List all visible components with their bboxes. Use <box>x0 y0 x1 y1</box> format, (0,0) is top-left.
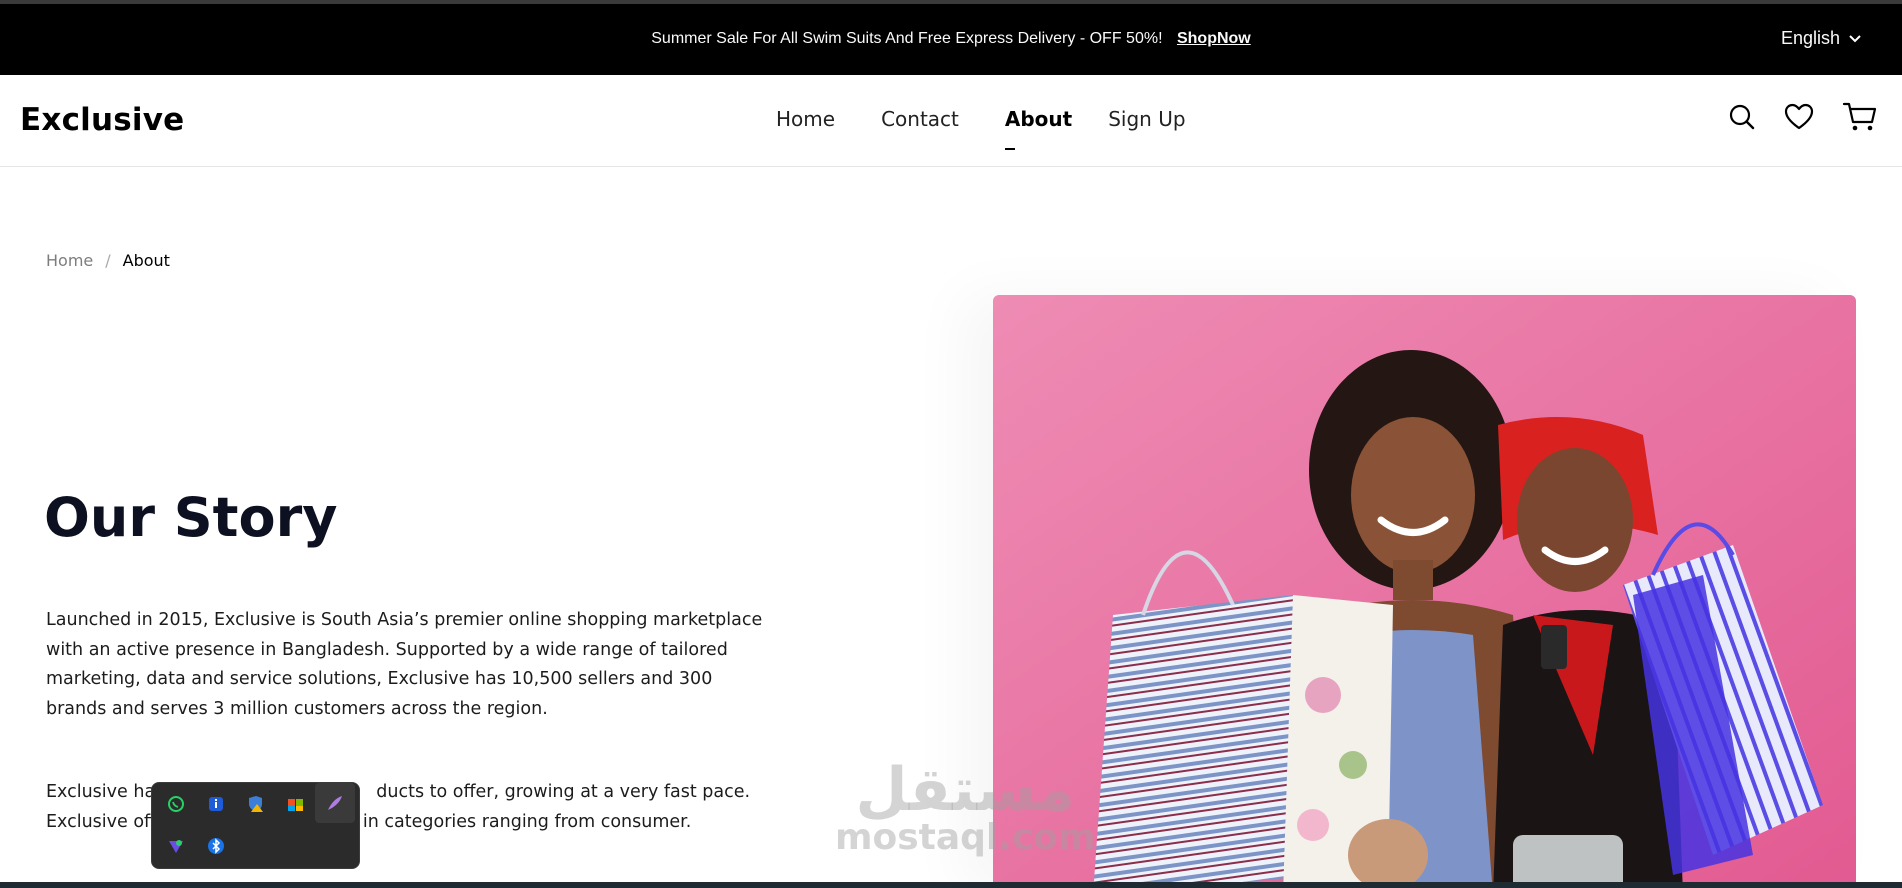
chevron-down-icon <box>1849 34 1861 42</box>
language-label: English <box>1780 28 1840 48</box>
nav-contact[interactable]: Contact <box>881 107 959 131</box>
search-icon[interactable] <box>1728 103 1756 135</box>
breadcrumb-separator: / <box>105 251 111 270</box>
paragraph-2-line-1-start: Exclusive has <box>46 782 165 802</box>
info-icon[interactable] <box>205 793 227 815</box>
hero-image <box>993 295 1856 888</box>
security-warning-icon[interactable] <box>245 793 267 815</box>
breadcrumb: Home / About <box>46 251 170 270</box>
announcement-bar: Summer Sale For All Swim Suits And Free … <box>0 4 1902 75</box>
page-title: Our Story <box>44 486 338 549</box>
language-selector[interactable]: English <box>1781 28 1862 49</box>
nav-about[interactable]: About <box>1004 107 1072 150</box>
breadcrumb-current: About <box>122 251 170 270</box>
cart-icon[interactable] <box>1842 101 1878 137</box>
logo[interactable]: Exclusive <box>20 102 184 138</box>
header-icons <box>1728 101 1878 137</box>
vpn-icon[interactable] <box>165 835 187 857</box>
taskbar-edge <box>0 882 1902 888</box>
heart-icon[interactable] <box>1784 103 1814 135</box>
bluetooth-icon[interactable] <box>205 835 227 857</box>
breadcrumb-home[interactable]: Home <box>46 251 93 270</box>
paragraph-2-line-1-end: ducts to offer, growing at a very fast p… <box>376 782 751 802</box>
shopping-women-illustration <box>993 295 1856 888</box>
whatsapp-icon[interactable] <box>165 793 187 815</box>
nav-sign-up[interactable]: Sign Up <box>1108 107 1185 131</box>
story-paragraph-1: Launched in 2015, Exclusive is South Asi… <box>46 610 763 719</box>
announcement-text-wrap: Summer Sale For All Swim Suits And Free … <box>0 30 1902 48</box>
paragraph-2-line-2-start: Exclusive offe <box>46 811 167 832</box>
watermark: مستقل mostaql.com <box>835 760 1096 856</box>
site-header: Exclusive Home Contact About Sign Up <box>0 75 1902 167</box>
watermark-arabic: مستقل <box>855 755 1075 825</box>
watermark-latin: mostaql.com <box>835 817 1096 858</box>
system-tray-popup <box>151 782 360 869</box>
main-nav: Home Contact About Sign Up <box>776 107 1186 150</box>
paragraph-2-line-2-end: in categories ranging from consumer. <box>362 811 692 832</box>
shop-now-link[interactable]: ShopNow <box>1177 30 1251 47</box>
pen-icon[interactable] <box>315 783 355 823</box>
cloud-icon[interactable] <box>285 793 307 815</box>
nav-home[interactable]: Home <box>776 107 835 131</box>
announcement-text: Summer Sale For All Swim Suits And Free … <box>651 30 1163 47</box>
